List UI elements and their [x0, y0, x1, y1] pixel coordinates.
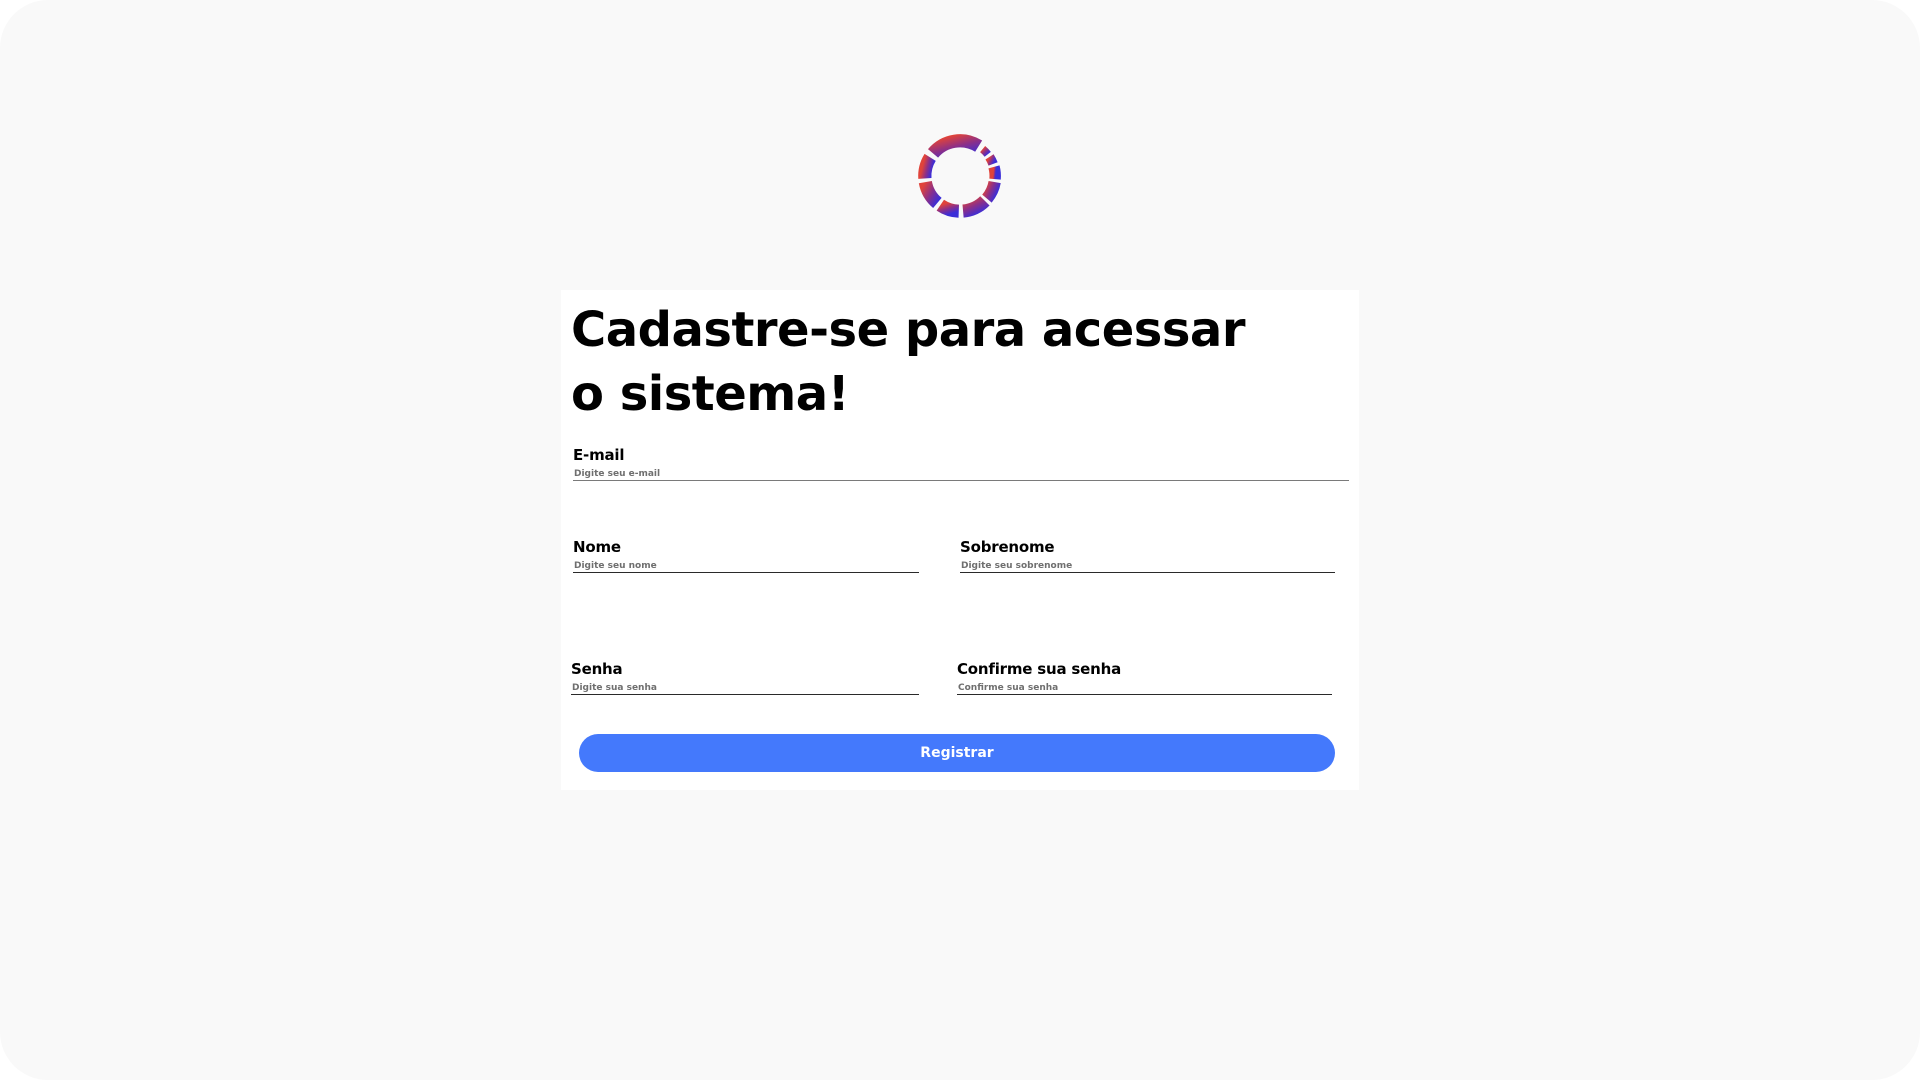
last-name-field-group: Sobrenome — [960, 538, 1335, 573]
last-name-input[interactable] — [960, 560, 1335, 573]
logo-segment — [936, 199, 960, 218]
password-label: Senha — [571, 660, 623, 678]
logo-segment — [918, 153, 936, 179]
logo-segment — [980, 146, 991, 157]
app-window: Cadastre-se para acessar o sistema! E-ma… — [0, 0, 1920, 1080]
email-input[interactable] — [573, 468, 1349, 481]
signup-card: Cadastre-se para acessar o sistema! E-ma… — [561, 290, 1359, 790]
first-name-input[interactable] — [573, 560, 919, 573]
page-title: Cadastre-se para acessar o sistema! — [571, 302, 1246, 422]
register-button[interactable]: Registrar — [579, 734, 1335, 772]
segmented-ring-logo-icon — [918, 134, 1001, 218]
confirm-password-label: Confirme sua senha — [957, 660, 1122, 678]
password-field-group: Senha — [571, 660, 919, 695]
logo-segment — [988, 165, 1001, 180]
logo-segment — [982, 180, 1001, 203]
password-input[interactable] — [571, 682, 919, 695]
confirm-password-input[interactable] — [957, 682, 1332, 695]
last-name-label: Sobrenome — [960, 538, 1055, 556]
email-label: E-mail — [573, 446, 625, 464]
logo-segment — [927, 134, 983, 158]
confirm-password-field-group: Confirme sua senha — [957, 660, 1332, 695]
email-field-group: E-mail — [573, 446, 1349, 481]
first-name-field-group: Nome — [573, 538, 919, 573]
first-name-label: Nome — [573, 538, 621, 556]
logo-segment — [918, 180, 942, 209]
logo-segment — [985, 154, 998, 166]
logo-segment — [962, 195, 990, 218]
